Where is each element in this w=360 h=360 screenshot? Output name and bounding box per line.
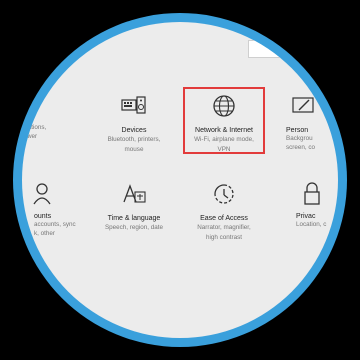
tile-accounts-title: ounts: [34, 213, 52, 220]
lock-icon: [302, 182, 322, 206]
tile-devices[interactable]: Devices Bluetooth, printers, mouse: [88, 94, 180, 154]
tile-ease-title: Ease of Access: [200, 215, 248, 222]
tile-system-partial[interactable]: ifications, power: [22, 124, 60, 141]
tile-personalization-desc2: screen, co: [286, 143, 316, 151]
tile-accounts-desc2: k, other: [34, 229, 55, 237]
tile-time-title: Time & language: [107, 215, 161, 222]
tile-privacy-partial[interactable]: Privac Location, c: [296, 182, 338, 230]
tile-devices-desc2: mouse: [124, 145, 144, 153]
ease-of-access-icon: [210, 182, 238, 208]
tile-system-desc2: power: [22, 132, 38, 140]
selection-highlight: [183, 87, 265, 154]
tile-system-desc1: ifications,: [22, 124, 47, 131]
tile-ease-of-access[interactable]: Ease of Access Narrator, magnifier, high…: [178, 182, 270, 242]
language-icon: [120, 182, 148, 208]
magnifier-lens: ifications, power Devices Bluetooth, pri…: [13, 13, 347, 347]
tile-personalization-title: Person: [286, 127, 309, 134]
person-icon: [33, 182, 54, 206]
tile-accounts-partial[interactable]: ounts accounts, sync k, other: [33, 182, 84, 238]
tile-ease-desc1: Narrator, magnifier,: [197, 224, 251, 231]
tile-devices-desc1: Bluetooth, printers,: [107, 136, 161, 143]
tile-privacy-desc1: Location, c: [296, 221, 327, 228]
tile-privacy-title: Privac: [296, 213, 316, 220]
tile-ease-desc2: high contrast: [205, 233, 243, 241]
tile-personalization-partial[interactable]: Person Backgrou screen, co: [286, 94, 338, 152]
tile-time-desc1: Speech, region, date: [104, 224, 164, 231]
settings-window: ifications, power Devices Bluetooth, pri…: [22, 22, 338, 338]
search-input[interactable]: [248, 40, 308, 58]
tile-personalization-desc1: Backgrou: [286, 135, 313, 142]
brush-icon: [290, 94, 318, 120]
tile-time-language[interactable]: Time & language Speech, region, date: [88, 182, 180, 233]
tile-devices-title: Devices: [121, 127, 147, 134]
tile-accounts-desc1: accounts, sync: [34, 221, 76, 228]
keyboard-speaker-icon: [120, 94, 148, 120]
